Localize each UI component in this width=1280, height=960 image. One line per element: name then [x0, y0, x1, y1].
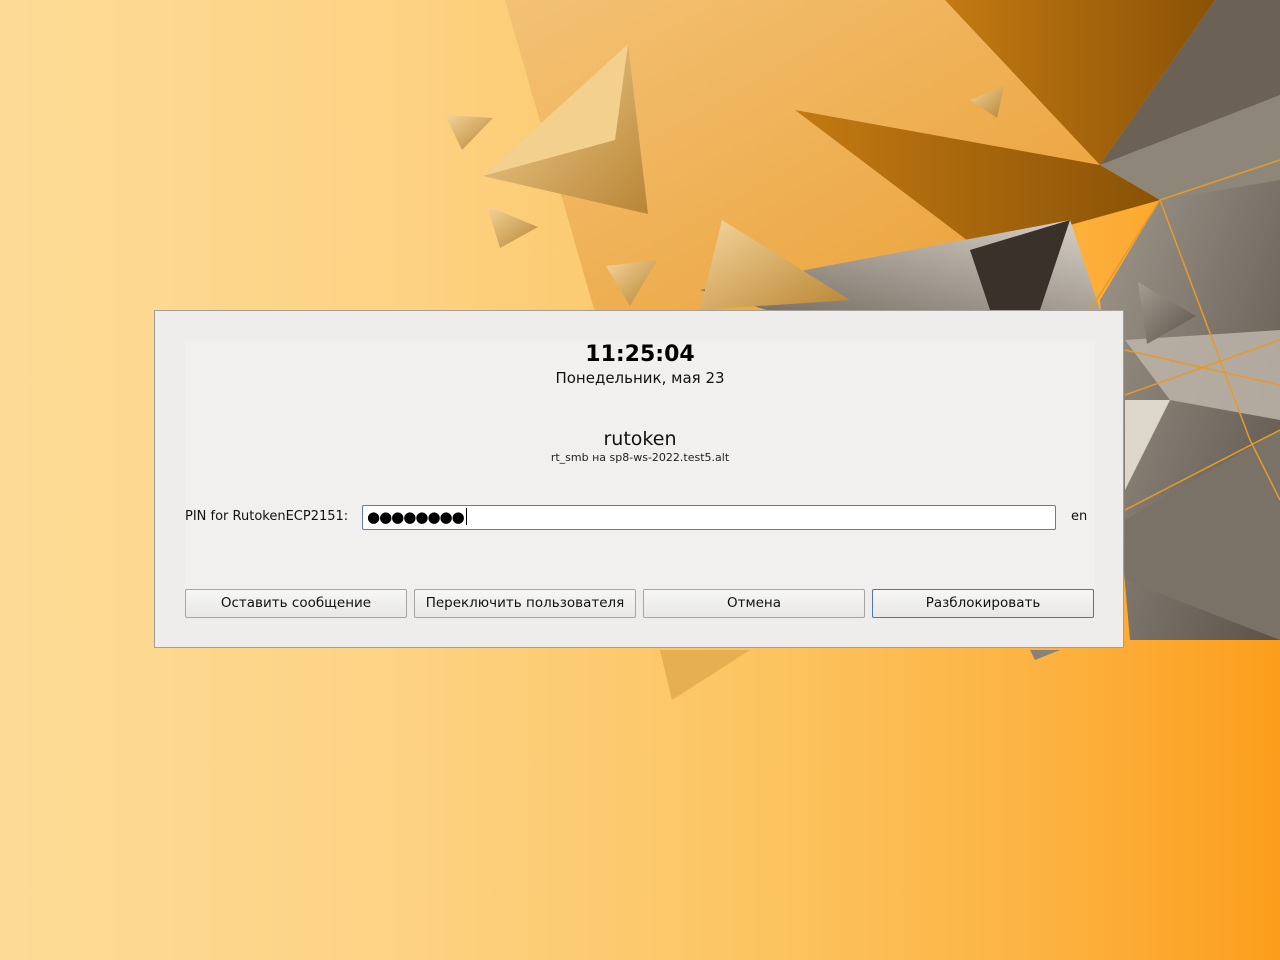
cancel-button[interactable]: Отмена	[643, 589, 865, 618]
date-label: Понедельник, мая 23	[555, 369, 725, 387]
clock: 11:25:04	[585, 342, 695, 367]
unlock-button[interactable]: Разблокировать	[872, 589, 1094, 618]
pin-masked-value: ●●●●●●●●	[367, 508, 465, 526]
pin-label: PIN for RutokenECP2151:	[185, 509, 349, 524]
text-caret	[465, 508, 467, 525]
keyboard-layout-indicator[interactable]: en	[1071, 509, 1087, 525]
leave-message-button[interactable]: Оставить сообщение	[185, 589, 407, 618]
switch-user-button[interactable]: Переключить пользователя	[414, 589, 636, 618]
username-label: rutoken	[603, 428, 677, 450]
lock-screen-panel: 11:25:04 Понедельник, мая 23 rutoken rt_…	[185, 341, 1095, 591]
pin-input[interactable]: ●●●●●●●●	[362, 505, 1056, 530]
user-host-label: rt_smb на sp8-ws-2022.test5.alt	[550, 451, 730, 464]
lock-screen-dialog: 11:25:04 Понедельник, мая 23 rutoken rt_…	[154, 310, 1124, 648]
